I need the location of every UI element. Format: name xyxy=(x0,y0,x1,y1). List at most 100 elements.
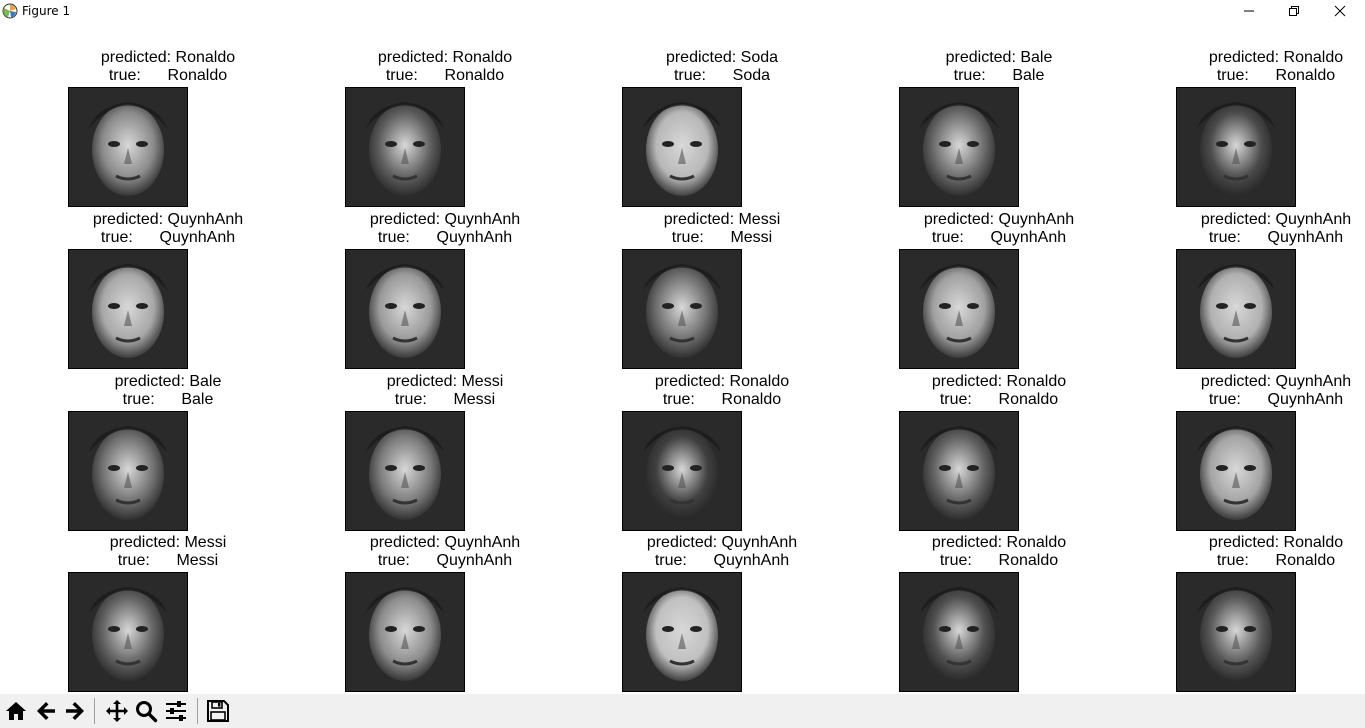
home-button[interactable] xyxy=(2,697,30,725)
face-photo xyxy=(346,250,464,368)
zoom-button[interactable] xyxy=(132,697,160,725)
back-button[interactable] xyxy=(32,697,60,725)
predicted-label: predicted: Ronaldo xyxy=(654,373,790,390)
face-image xyxy=(345,411,465,531)
face-photo xyxy=(1177,250,1295,368)
face-photo xyxy=(1177,88,1295,206)
face-image xyxy=(1176,411,1296,531)
predicted-label: predicted: Ronaldo xyxy=(1208,534,1344,551)
subplot-title: predicted: Messi true: Messi xyxy=(28,534,308,570)
true-label: true: Ronaldo xyxy=(108,67,228,84)
subplot-title: predicted: QuynhAnh true: QuynhAnh xyxy=(859,211,1139,247)
face-image xyxy=(1176,87,1296,207)
predicted-label: predicted: Messi xyxy=(109,534,227,551)
face-photo xyxy=(623,88,741,206)
face-image xyxy=(68,411,188,531)
subplot-title: predicted: QuynhAnh true: QuynhAnh xyxy=(582,534,862,570)
predicted-label: predicted: Ronaldo xyxy=(377,49,513,66)
close-button[interactable] xyxy=(1317,0,1363,23)
forward-arrow-icon xyxy=(66,702,84,720)
face-image xyxy=(899,249,1019,369)
close-icon xyxy=(1334,5,1346,17)
restore-icon xyxy=(1289,6,1299,16)
predicted-label: predicted: Messi xyxy=(386,373,504,390)
true-label: true: Messi xyxy=(117,552,219,569)
subplot-title: predicted: Bale true: Bale xyxy=(859,49,1139,85)
subplot-title: predicted: QuynhAnh true: QuynhAnh xyxy=(28,211,308,247)
true-label: true: QuynhAnh xyxy=(654,552,790,569)
true-label: true: QuynhAnh xyxy=(377,552,513,569)
face-photo xyxy=(1177,573,1295,691)
true-label: true: Soda xyxy=(673,67,771,84)
predicted-label: predicted: QuynhAnh xyxy=(646,534,798,551)
pan-button[interactable] xyxy=(103,697,131,725)
subplot-title: predicted: Ronaldo true: Ronaldo xyxy=(305,49,585,85)
true-label: true: Ronaldo xyxy=(939,391,1059,408)
predicted-label: predicted: Ronaldo xyxy=(1208,49,1344,66)
face-photo xyxy=(346,412,464,530)
face-image xyxy=(68,87,188,207)
face-photo xyxy=(69,88,187,206)
true-label: true: Ronaldo xyxy=(939,552,1059,569)
true-label: true: Ronaldo xyxy=(385,67,505,84)
predicted-label: predicted: Soda xyxy=(665,49,779,66)
save-floppy-icon xyxy=(207,700,229,722)
subplot-title: predicted: Ronaldo true: Ronaldo xyxy=(1136,49,1365,85)
face-photo xyxy=(900,573,1018,691)
face-image xyxy=(622,249,742,369)
figure-canvas[interactable]: predicted: Ronaldo true: Ronaldo predicted… xyxy=(0,23,1365,694)
true-label: true: Ronaldo xyxy=(1216,552,1336,569)
face-photo xyxy=(900,88,1018,206)
subplot-title: predicted: QuynhAnh true: QuynhAnh xyxy=(1136,373,1365,409)
subplot-title: predicted: Ronaldo true: Ronaldo xyxy=(582,373,862,409)
restore-button[interactable] xyxy=(1271,0,1317,23)
true-label: true: Ronaldo xyxy=(662,391,782,408)
predicted-label: predicted: Bale xyxy=(114,373,222,390)
true-label: true: QuynhAnh xyxy=(100,229,236,246)
subplot-title: predicted: Ronaldo true: Ronaldo xyxy=(859,534,1139,570)
face-photo xyxy=(69,250,187,368)
predicted-label: predicted: QuynhAnh xyxy=(92,211,244,228)
minimize-icon xyxy=(1244,10,1254,12)
predicted-label: predicted: Ronaldo xyxy=(931,534,1067,551)
subplot-title: predicted: Soda true: Soda xyxy=(582,49,862,85)
face-photo xyxy=(623,573,741,691)
subplot-title: predicted: QuynhAnh true: QuynhAnh xyxy=(1136,211,1365,247)
face-image xyxy=(68,572,188,692)
matplotlib-app-icon xyxy=(2,3,18,19)
home-icon xyxy=(6,702,26,720)
face-image xyxy=(899,87,1019,207)
save-button[interactable] xyxy=(204,697,232,725)
true-label: true: QuynhAnh xyxy=(1208,391,1344,408)
predicted-label: predicted: QuynhAnh xyxy=(923,211,1075,228)
predicted-label: predicted: QuynhAnh xyxy=(369,211,521,228)
configure-subplots-button[interactable] xyxy=(162,697,190,725)
true-label: true: Ronaldo xyxy=(1216,67,1336,84)
forward-button[interactable] xyxy=(61,697,89,725)
minimize-button[interactable] xyxy=(1226,0,1272,23)
true-label: true: Messi xyxy=(671,229,773,246)
subplot-title: predicted: QuynhAnh true: QuynhAnh xyxy=(305,211,585,247)
window-title: Figure 1 xyxy=(22,4,71,18)
true-label: true: QuynhAnh xyxy=(1208,229,1344,246)
window-title-bar: Figure 1 xyxy=(0,0,1365,23)
face-image xyxy=(68,249,188,369)
toolbar-separator xyxy=(94,698,95,724)
predicted-label: predicted: Ronaldo xyxy=(931,373,1067,390)
face-image xyxy=(345,249,465,369)
face-image xyxy=(899,411,1019,531)
face-image xyxy=(899,572,1019,692)
face-photo xyxy=(900,250,1018,368)
predicted-label: predicted: Ronaldo xyxy=(100,49,236,66)
navigation-toolbar xyxy=(0,694,1365,728)
subplot-title: predicted: Bale true: Bale xyxy=(28,373,308,409)
face-image xyxy=(622,87,742,207)
face-photo xyxy=(900,412,1018,530)
face-photo xyxy=(623,412,741,530)
predicted-label: predicted: Messi xyxy=(663,211,781,228)
predicted-label: predicted: QuynhAnh xyxy=(369,534,521,551)
true-label: true: QuynhAnh xyxy=(377,229,513,246)
subplot-title: predicted: QuynhAnh true: QuynhAnh xyxy=(305,534,585,570)
configure-subplots-icon xyxy=(166,701,186,721)
predicted-label: predicted: QuynhAnh xyxy=(1200,373,1352,390)
